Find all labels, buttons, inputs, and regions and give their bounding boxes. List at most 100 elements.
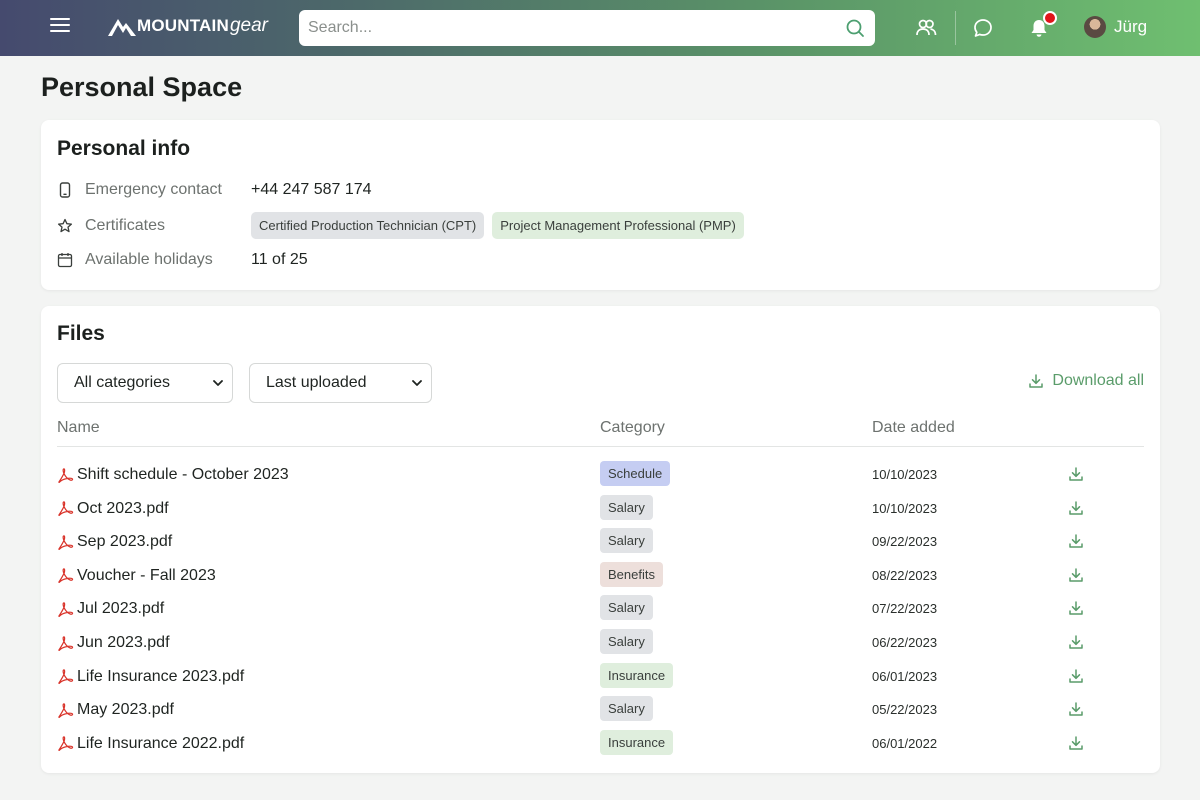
table-row[interactable]: Oct 2023.pdf Salary 10/10/2023 bbox=[57, 493, 1144, 526]
table-row[interactable]: Shift schedule - October 2023 Schedule 10/… bbox=[57, 459, 1144, 492]
file-name: Shift schedule - October 2023 bbox=[77, 466, 289, 483]
phone-icon bbox=[59, 182, 71, 198]
file-name: Jun 2023.pdf bbox=[77, 634, 170, 651]
header-divider bbox=[955, 11, 956, 45]
table-row[interactable]: Sep 2023.pdf Salary 09/22/2023 bbox=[57, 526, 1144, 559]
holidays-value: 11 of 25 bbox=[251, 251, 308, 268]
chevron-down-icon bbox=[213, 380, 223, 386]
file-name: Voucher - Fall 2023 bbox=[77, 566, 216, 584]
category-filter-value: All categories bbox=[74, 374, 171, 391]
download-icon[interactable] bbox=[1068, 466, 1084, 482]
personal-info-title: Personal info bbox=[57, 137, 191, 160]
download-icon[interactable] bbox=[1068, 701, 1084, 717]
file-name-link[interactable]: Life Insurance 2022.pdf bbox=[57, 735, 244, 753]
download-icon[interactable] bbox=[1068, 668, 1084, 684]
table-row[interactable]: Life Insurance 2023.pdf Insurance 06/01/20… bbox=[57, 661, 1144, 694]
date-added: 10/10/2023 bbox=[872, 467, 938, 482]
mountain-logo-icon bbox=[108, 19, 136, 36]
download-icon[interactable] bbox=[1068, 500, 1084, 516]
date-added: 10/10/2023 bbox=[872, 500, 938, 516]
pdf-icon bbox=[58, 602, 74, 617]
download-all-button[interactable]: Download all bbox=[1028, 372, 1144, 390]
files-title: Files bbox=[57, 322, 105, 345]
search-box bbox=[299, 10, 875, 46]
user-menu[interactable]: Jürg bbox=[1084, 16, 1147, 38]
date-added: 06/22/2023 bbox=[872, 635, 938, 650]
file-name-link[interactable]: Jul 2023.pdf bbox=[57, 600, 164, 618]
logo[interactable]: MOUNTAIN gear bbox=[107, 15, 268, 37]
search-input[interactable] bbox=[299, 10, 845, 46]
pdf-icon bbox=[58, 534, 74, 550]
category-badge: Schedule bbox=[600, 461, 671, 486]
date-added: 09/22/2023 bbox=[872, 534, 938, 550]
file-name: Life Insurance 2022.pdf bbox=[77, 734, 245, 752]
team-icon[interactable] bbox=[915, 17, 937, 39]
notification-badge bbox=[1043, 11, 1057, 25]
date-added: 05/22/2023 bbox=[872, 702, 938, 718]
download-icon[interactable] bbox=[1068, 533, 1084, 549]
date-added: 07/22/2023 bbox=[872, 601, 938, 617]
pdf-icon bbox=[58, 635, 74, 651]
pdf-icon bbox=[58, 467, 74, 483]
file-name: Life Insurance 2023.pdf bbox=[77, 667, 245, 685]
menu-icon[interactable] bbox=[50, 18, 70, 38]
download-icon[interactable] bbox=[1068, 600, 1084, 616]
search-icon[interactable] bbox=[845, 18, 865, 38]
pdf-icon bbox=[58, 568, 74, 584]
page-title: Personal Space bbox=[41, 72, 243, 102]
file-name-link[interactable]: May 2023.pdf bbox=[57, 701, 174, 719]
pdf-icon bbox=[58, 702, 74, 718]
category-filter-select[interactable]: All categories bbox=[57, 363, 233, 403]
emergency-contact-value: +44 247 587 174 bbox=[251, 181, 372, 198]
download-all-label: Download all bbox=[1052, 372, 1144, 389]
pdf-icon bbox=[58, 501, 74, 517]
column-header-name[interactable]: Name bbox=[57, 419, 100, 437]
column-header-category[interactable]: Category bbox=[600, 419, 665, 437]
logo-brand: MOUNTAIN bbox=[137, 16, 229, 35]
table-row[interactable]: Jun 2023.pdf Salary 06/22/2023 bbox=[57, 627, 1144, 660]
certificate-tag: Project Management Professional (PMP) bbox=[492, 212, 744, 239]
pdf-icon bbox=[58, 736, 74, 752]
file-name-link[interactable]: Jun 2023.pdf bbox=[57, 634, 170, 652]
emergency-contact-label: Emergency contact bbox=[85, 181, 222, 198]
table-row[interactable]: Life Insurance 2022.pdf Insurance 06/01/20… bbox=[57, 728, 1144, 761]
holidays-label: Available holidays bbox=[85, 251, 213, 268]
certificates-row: Certificates Certified Production Techni… bbox=[57, 212, 752, 239]
avatar bbox=[1084, 16, 1106, 38]
chat-icon[interactable] bbox=[972, 17, 994, 39]
file-name-link[interactable]: Shift schedule - October 2023 bbox=[57, 466, 289, 484]
category-badge: Insurance bbox=[600, 729, 674, 755]
category-badge: Benefits bbox=[600, 561, 663, 587]
file-name: May 2023.pdf bbox=[77, 701, 174, 719]
sort-select[interactable]: Last uploaded bbox=[249, 363, 432, 403]
file-name-link[interactable]: Life Insurance 2023.pdf bbox=[57, 668, 244, 686]
table-row[interactable]: Voucher - Fall 2023 Benefits 08/22/2023 bbox=[57, 560, 1144, 593]
certificates-label: Certificates bbox=[85, 216, 166, 234]
file-name-link[interactable]: Oct 2023.pdf bbox=[57, 500, 169, 518]
download-icon[interactable] bbox=[1068, 735, 1084, 751]
download-icon bbox=[1029, 374, 1044, 388]
table-row[interactable]: Jul 2023.pdf Salary 07/22/2023 bbox=[57, 593, 1144, 626]
download-icon[interactable] bbox=[1068, 567, 1084, 583]
category-badge: Salary bbox=[600, 528, 653, 554]
files-card: Files All categories Last uploaded Downl… bbox=[41, 306, 1160, 773]
top-bar: MOUNTAIN gear Jürg bbox=[0, 0, 1200, 56]
file-name-link[interactable]: Sep 2023.pdf bbox=[57, 533, 172, 551]
personal-info-card: Personal info Emergency contact +44 247 … bbox=[41, 120, 1160, 290]
star-icon bbox=[57, 218, 73, 232]
holidays-row: Available holidays 11 of 25 bbox=[57, 251, 308, 269]
date-added: 06/01/2022 bbox=[872, 735, 938, 751]
date-added: 06/01/2023 bbox=[872, 668, 938, 684]
logo-suffix: gear bbox=[229, 15, 268, 36]
category-badge: Insurance bbox=[600, 662, 674, 688]
emergency-contact-row: Emergency contact +44 247 587 174 bbox=[57, 181, 372, 199]
file-name-link[interactable]: Voucher - Fall 2023 bbox=[57, 567, 216, 585]
column-header-date[interactable]: Date added bbox=[872, 419, 955, 437]
sort-value: Last uploaded bbox=[266, 374, 367, 391]
calendar-icon bbox=[57, 253, 73, 268]
category-badge: Salary bbox=[600, 494, 653, 520]
table-row[interactable]: May 2023.pdf Salary 05/22/2023 bbox=[57, 694, 1144, 727]
chevron-down-icon bbox=[412, 380, 422, 386]
download-icon[interactable] bbox=[1068, 634, 1084, 650]
category-badge: Salary bbox=[600, 696, 653, 722]
